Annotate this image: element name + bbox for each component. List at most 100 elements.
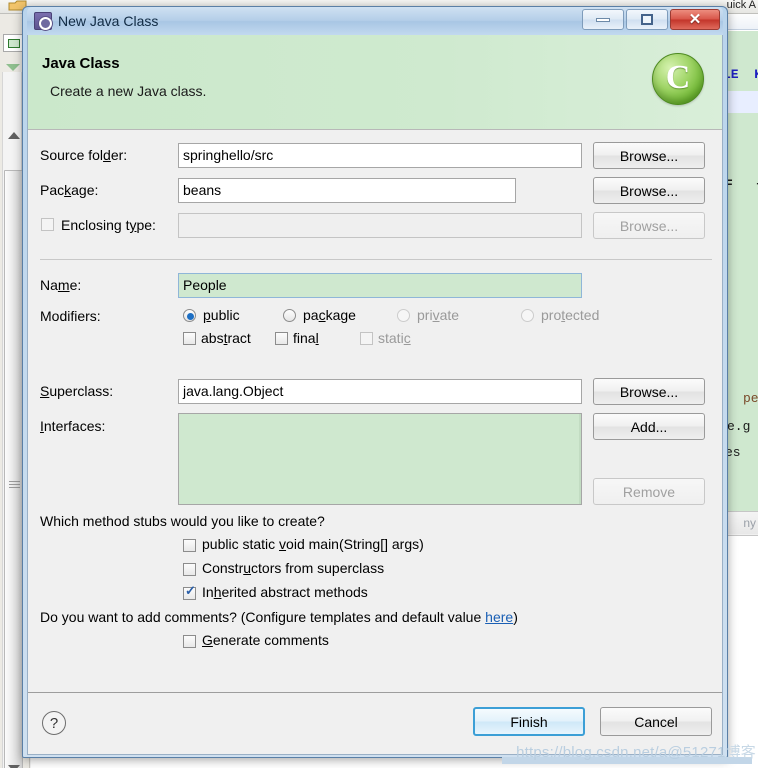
configure-templates-link[interactable]: here	[485, 609, 513, 625]
close-button[interactable]: ✕	[670, 9, 720, 30]
radio-public-label: public	[203, 307, 240, 323]
java-class-gear-icon	[34, 12, 52, 30]
interfaces-list-scrollbar[interactable]	[579, 414, 581, 504]
package-browse-button[interactable]: Browse...	[593, 177, 705, 204]
java-class-badge-icon: C	[652, 53, 704, 105]
radio-protected-label: protected	[541, 307, 600, 323]
scrollbar-grip-icon	[9, 481, 20, 489]
window-controls: ✕	[582, 9, 720, 30]
radio-package[interactable]	[283, 309, 296, 322]
enclosing-type-input[interactable]	[178, 213, 582, 238]
superclass-label: Superclass:	[40, 383, 114, 399]
enclosing-type-row: Enclosing type: Browse...	[40, 212, 712, 239]
help-button[interactable]: ?	[42, 711, 66, 735]
comments-question: Do you want to add comments? (Configure …	[40, 609, 518, 625]
finish-button[interactable]: Finish	[473, 707, 585, 736]
watermark-url: https://blog.csdn.net/a@51271	[516, 744, 726, 761]
dialog-body: Java Class Create a new Java class. C So…	[27, 35, 723, 755]
radio-protected[interactable]	[521, 309, 534, 322]
name-row: Name: People	[40, 273, 712, 299]
chevron-down-icon[interactable]	[6, 64, 20, 71]
code-line: F +	[725, 177, 758, 192]
radio-public[interactable]	[183, 309, 196, 322]
checkbox-static-label: static	[378, 330, 411, 346]
source-folder-input[interactable]: springhello/src	[178, 143, 582, 168]
checkbox-inherited-abstract[interactable]	[183, 584, 196, 600]
package-row: Package: beans Browse...	[40, 177, 712, 204]
superclass-input[interactable]: java.lang.Object	[178, 379, 582, 404]
minimize-icon	[596, 17, 610, 22]
cancel-label: Cancel	[634, 713, 678, 730]
superclass-row: Superclass: java.lang.Object Browse...	[40, 378, 712, 405]
modifiers-row: Modifiers: public package private protec…	[40, 304, 712, 356]
checkbox-constructors[interactable]	[183, 563, 196, 576]
checkbox-generate-comments-label: Generate comments	[202, 632, 329, 648]
scrollbar-thumb[interactable]	[4, 170, 23, 768]
scroll-up-arrow-icon[interactable]	[8, 132, 20, 139]
maximize-button[interactable]	[626, 9, 668, 30]
interfaces-add-button[interactable]: Add...	[593, 413, 705, 440]
separator-1	[40, 259, 712, 260]
finish-label: Finish	[510, 713, 548, 730]
superclass-browse-button[interactable]: Browse...	[593, 378, 705, 405]
watermark-suffix: 博客	[725, 744, 756, 761]
checkbox-abstract[interactable]	[183, 332, 196, 345]
generate-comments-row: Generate comments	[40, 631, 712, 657]
background-scrollbar[interactable]	[2, 72, 23, 768]
code-line: pe	[743, 391, 758, 406]
package-input[interactable]: beans	[178, 178, 516, 203]
dialog-titlebar[interactable]: New Java Class ✕	[27, 7, 723, 35]
checkbox-constructors-label: Constructors from superclass	[202, 560, 385, 576]
checkbox-static[interactable]	[360, 332, 373, 345]
radio-private-label: private	[417, 307, 460, 323]
enclosing-type-label: Enclosing type:	[61, 217, 156, 233]
badge-letter: C	[665, 59, 691, 96]
interfaces-row: Interfaces: Add... Remove	[40, 413, 712, 512]
view-tab-glyph	[8, 39, 20, 48]
watermark: https://blog.csdn.net/a@51271博客	[516, 741, 756, 762]
remove-label: Remove	[622, 483, 676, 500]
method-stubs-question: Which method stubs would you like to cre…	[40, 513, 325, 529]
checkbox-main-method[interactable]	[183, 539, 196, 552]
stub-inherited-row: Inherited abstract methods	[40, 583, 712, 609]
checkbox-abstract-label: abstract	[201, 330, 251, 346]
banner-heading: Java Class	[42, 55, 120, 72]
code-line: e.g	[727, 419, 751, 434]
new-java-class-dialog: New Java Class ✕ Java Class Create a new…	[22, 6, 728, 758]
modifiers-label: Modifiers:	[40, 308, 101, 324]
comments-question-suffix: )	[513, 609, 518, 625]
radio-package-label: package	[303, 307, 356, 323]
enclosing-type-checkbox[interactable]	[41, 218, 54, 231]
comments-question-prefix: Do you want to add comments? (Configure …	[40, 609, 486, 625]
source-folder-row: Source folder: springhello/src Browse...	[40, 142, 712, 169]
interfaces-list[interactable]	[178, 413, 582, 505]
checkbox-final[interactable]	[275, 332, 288, 345]
maximize-icon	[641, 14, 653, 25]
add-label: Add...	[630, 418, 668, 435]
source-folder-label: Source folder:	[40, 147, 128, 163]
checkbox-final-label: final	[293, 330, 319, 346]
checkbox-generate-comments[interactable]	[183, 635, 196, 648]
lower-panel-tab-label: ny	[743, 516, 756, 530]
minimize-button[interactable]	[582, 9, 624, 30]
interfaces-label: Interfaces:	[40, 418, 106, 434]
class-name-input[interactable]: People	[178, 273, 582, 298]
radio-private[interactable]	[397, 309, 410, 322]
banner-subheading: Create a new Java class.	[50, 83, 207, 99]
browse-label: Browse...	[619, 217, 679, 234]
code-line: LE K	[723, 67, 758, 82]
package-label: Package:	[40, 182, 99, 198]
browse-label: Browse...	[619, 182, 679, 199]
quick-access-label: uick A	[726, 0, 756, 11]
checkbox-main-method-label: public static void main(String[] args)	[202, 536, 424, 552]
checkbox-inherited-abstract-label: Inherited abstract methods	[202, 584, 368, 600]
dialog-form: Source folder: springhello/src Browse...…	[28, 131, 722, 691]
enclosing-type-browse-button[interactable]: Browse...	[593, 212, 705, 239]
dialog-banner: Java Class Create a new Java class. C	[28, 35, 722, 130]
source-folder-browse-button[interactable]: Browse...	[593, 142, 705, 169]
dialog-title: New Java Class	[58, 13, 159, 29]
browse-label: Browse...	[619, 147, 679, 164]
interfaces-remove-button[interactable]: Remove	[593, 478, 705, 505]
cancel-button[interactable]: Cancel	[600, 707, 712, 736]
browse-label: Browse...	[619, 383, 679, 400]
